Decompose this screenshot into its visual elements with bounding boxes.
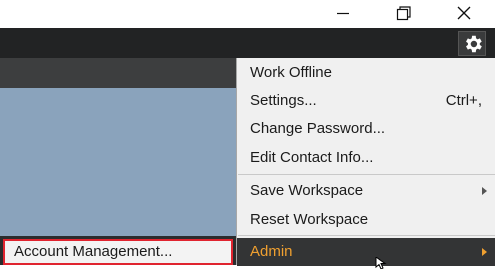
restore-icon [396, 6, 411, 21]
menu-item-edit-contact-info[interactable]: Edit Contact Info... [237, 144, 495, 172]
menu-item-change-password[interactable]: Change Password... [237, 115, 495, 143]
app-toolbar [0, 28, 495, 58]
menu-item-label: Settings... [250, 92, 317, 109]
close-icon [457, 6, 471, 20]
menu-item-work-offline[interactable]: Work Offline [237, 59, 495, 87]
chevron-right-icon [482, 248, 487, 256]
menu-item-settings[interactable]: Settings... Ctrl+, [237, 87, 495, 115]
submenu-item-label: Account Management... [14, 243, 173, 260]
menu-item-reset-workspace[interactable]: Reset Workspace [237, 206, 495, 234]
submenu-item-account-management[interactable]: Account Management... [3, 239, 233, 265]
menu-item-label: Edit Contact Info... [250, 149, 374, 166]
menu-item-label: Reset Workspace [250, 211, 369, 228]
menu-item-save-workspace[interactable]: Save Workspace [237, 177, 495, 205]
close-button[interactable] [441, 0, 487, 28]
menu-separator [238, 235, 495, 236]
window-titlebar [0, 0, 495, 28]
chevron-right-icon [482, 187, 487, 195]
gear-icon [466, 35, 482, 53]
menu-item-admin[interactable]: Admin [237, 238, 495, 266]
workspace-header [0, 58, 236, 88]
menu-item-shortcut: Ctrl+, [445, 92, 482, 109]
menu-item-label: Work Offline [250, 64, 332, 81]
menu-item-label: Save Workspace [250, 182, 364, 199]
minimize-button[interactable] [320, 0, 366, 28]
mouse-pointer-icon [375, 256, 387, 274]
restore-button[interactable] [380, 0, 426, 28]
settings-menu: Work Offline Settings... Ctrl+, Change P… [236, 58, 495, 266]
menu-item-label: Admin [250, 243, 293, 260]
menu-separator [238, 174, 495, 175]
settings-button[interactable] [458, 31, 486, 56]
minimize-icon [337, 12, 349, 15]
menu-item-label: Change Password... [250, 120, 386, 137]
